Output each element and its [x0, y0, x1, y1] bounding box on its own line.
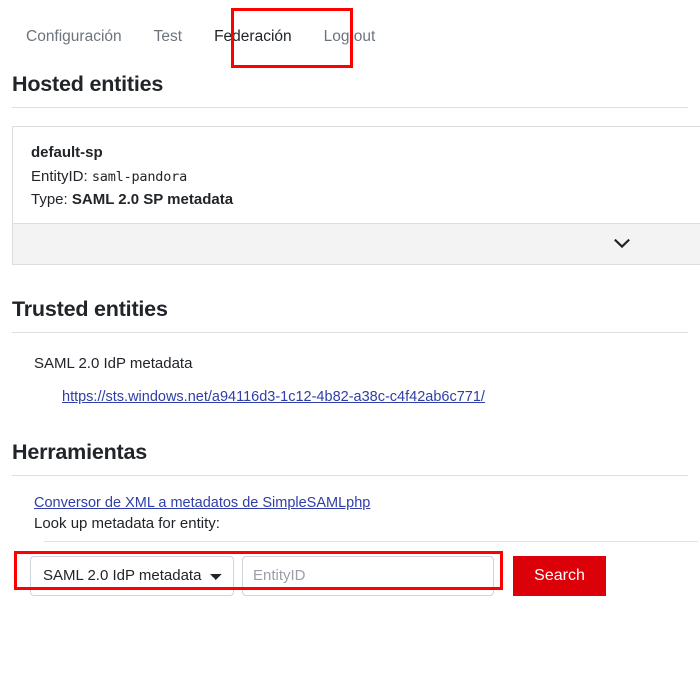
- hosted-entity-card-footer[interactable]: [13, 223, 700, 265]
- metadata-lookup-form: SAML 2.0 IdP metadata Search: [12, 542, 688, 596]
- entity-type-value: SAML 2.0 SP metadata: [71, 190, 234, 208]
- tools-body: Conversor de XML a metadatos de SimpleSA…: [12, 476, 698, 542]
- trusted-entities-section: Trusted entities SAML 2.0 IdP metadata h…: [0, 297, 700, 406]
- trusted-entity-type: SAML 2.0 IdP metadata: [34, 355, 193, 373]
- entity-name: default-sp: [31, 144, 103, 162]
- hosted-entity-card-body: default-sp EntityID: saml-pandora Type: …: [13, 127, 700, 223]
- hosted-entities-section: Hosted entities default-sp EntityID: sam…: [0, 72, 700, 266]
- hosted-entity-card: default-sp EntityID: saml-pandora Type: …: [12, 126, 700, 266]
- trusted-entities-list: SAML 2.0 IdP metadata https://sts.window…: [12, 333, 688, 406]
- metadata-type-select[interactable]: SAML 2.0 IdP metadata: [30, 555, 234, 596]
- search-button[interactable]: Search: [513, 555, 606, 596]
- entity-type-label: Type:: [31, 190, 68, 208]
- entity-id-row: EntityID: saml-pandora: [31, 165, 682, 188]
- trusted-entity-url-wrap: https://sts.windows.net/a94116d3-1c12-4b…: [34, 376, 688, 406]
- tools-section: Herramientas Conversor de XML a metadato…: [0, 440, 700, 596]
- entity-id-value: saml-pandora: [91, 168, 187, 185]
- hosted-entities-divider: [12, 107, 688, 109]
- main-tab-bar: Configuración Test Federación Log out: [0, 0, 700, 56]
- hosted-entities-title: Hosted entities: [12, 72, 164, 97]
- entity-type-row: Type: SAML 2.0 SP metadata: [31, 188, 682, 211]
- lookup-metadata-label: Look up metadata for entity:: [34, 514, 220, 532]
- trusted-entities-title: Trusted entities: [12, 297, 168, 322]
- tab-configuracion[interactable]: Configuración: [0, 18, 138, 56]
- tab-test[interactable]: Test: [138, 18, 198, 56]
- entity-id-label: EntityID:: [31, 167, 88, 185]
- tools-title: Herramientas: [12, 439, 148, 464]
- xml-to-metadata-converter-link[interactable]: Conversor de XML a metadatos de SimpleSA…: [34, 495, 370, 511]
- trusted-entity-url-link[interactable]: https://sts.windows.net/a94116d3-1c12-4b…: [62, 389, 485, 405]
- entity-id-input[interactable]: [242, 555, 494, 596]
- chevron-down-icon[interactable]: [613, 235, 631, 253]
- tab-log-out[interactable]: Log out: [308, 18, 392, 56]
- tab-federacion[interactable]: Federación: [198, 18, 308, 56]
